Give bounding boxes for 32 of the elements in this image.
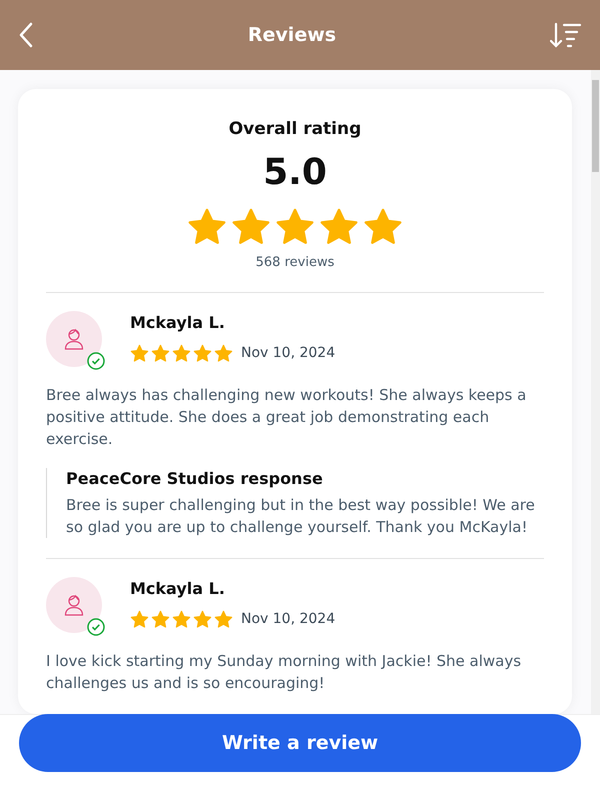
response-title: PeaceCore Studios response (66, 468, 324, 490)
review-date: Nov 10, 2024 (241, 344, 336, 363)
star-icon (151, 344, 170, 363)
star-icon (363, 206, 403, 246)
rating-heading: Overall rating (228, 118, 362, 141)
star-icon (130, 344, 149, 363)
star-icon (214, 610, 233, 629)
page-title: Reviews (248, 22, 336, 48)
person-icon (64, 328, 84, 350)
review-count: 568 reviews (256, 254, 334, 272)
sort-icon[interactable] (550, 22, 582, 48)
star-icon (214, 344, 233, 363)
star-icon (187, 206, 227, 246)
star-icon (319, 206, 359, 246)
star-icon (172, 610, 191, 629)
star-icon (275, 206, 315, 246)
star-icon (193, 344, 212, 363)
write-review-button[interactable]: Write a review (19, 714, 581, 772)
reviewer-name: Mckayla L. (130, 578, 226, 600)
star-icon (193, 610, 212, 629)
rating-score: 5.0 (263, 150, 327, 194)
reviewer-name: Mckayla L. (130, 312, 226, 334)
star-icon (130, 610, 149, 629)
star-icon (172, 344, 191, 363)
review-text: I love kick starting my Sunday morning with Jackie! She always challenges us and is so encouraging! (46, 651, 522, 694)
back-icon[interactable] (18, 22, 34, 48)
response-text: Bree is super challenging but in the best way possible! We are so glad you are up to challenge yourself. Thank you McKayla! (66, 495, 536, 538)
star-icon (231, 206, 271, 246)
person-icon (64, 594, 84, 616)
review-date: Nov 10, 2024 (241, 610, 336, 629)
review-text: Bree always has challenging new workouts! She always keeps a positive attitude. She does a great job demonstrating each exercise. (46, 385, 528, 450)
star-icon (151, 610, 170, 629)
